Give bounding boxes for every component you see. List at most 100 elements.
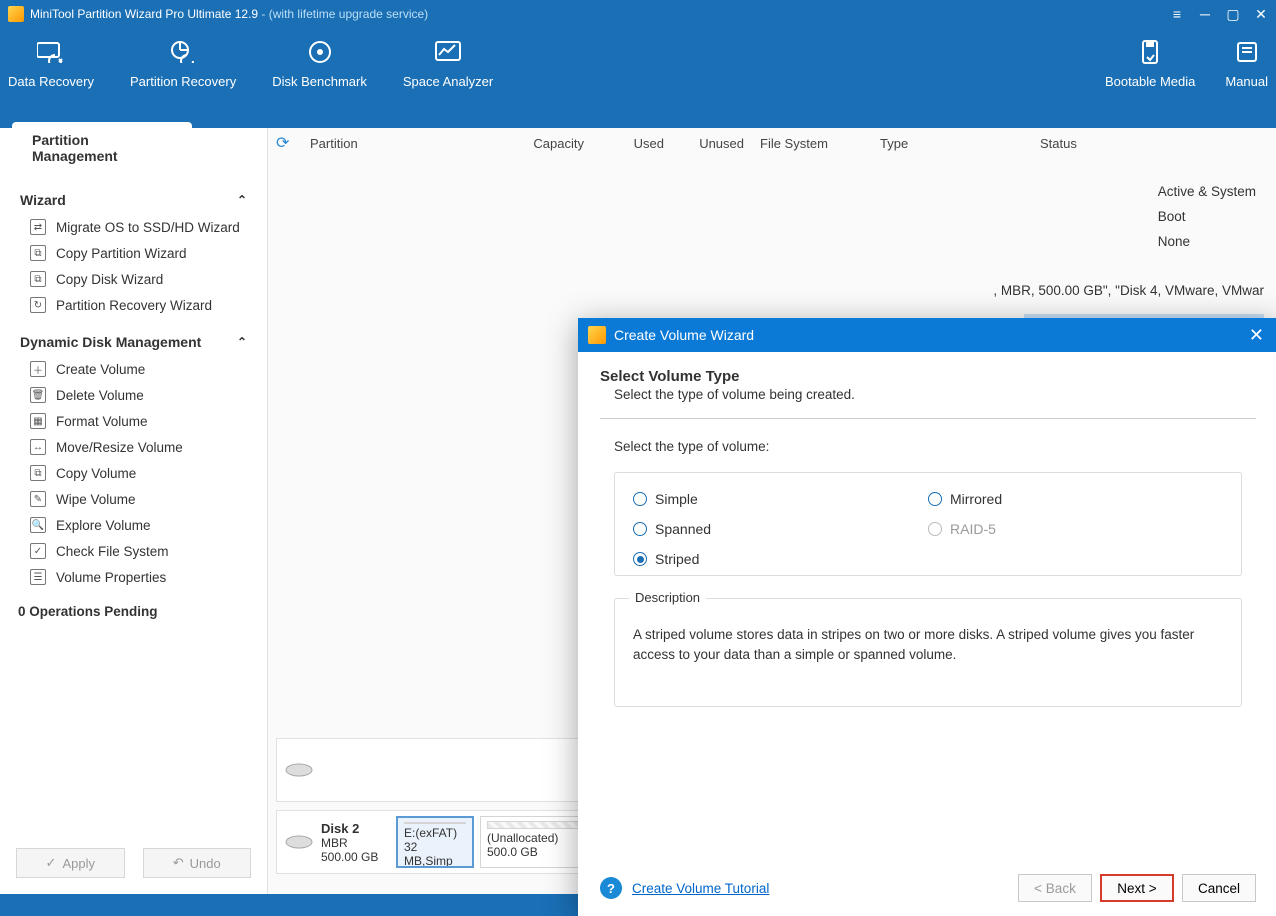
radio-spanned[interactable]: Spanned xyxy=(633,521,928,537)
sidebar-item-move-resize[interactable]: ↔Move/Resize Volume xyxy=(0,434,267,460)
description-legend: Description xyxy=(629,590,706,605)
sidebar-item-label: Copy Volume xyxy=(56,466,136,481)
disk-benchmark-icon xyxy=(306,40,334,64)
maximize-icon[interactable]: ▢ xyxy=(1226,7,1240,21)
window-controls: ≡ ─ ▢ ✕ xyxy=(1170,7,1268,21)
sidebar-item-delete-volume[interactable]: 🗑Delete Volume xyxy=(0,382,267,408)
radio-striped[interactable]: Striped xyxy=(633,551,928,567)
dialog-close-icon[interactable]: ✕ xyxy=(1245,325,1268,346)
wizard-title: Wizard xyxy=(20,192,66,208)
partition-size: 32 MB,Simp xyxy=(404,840,466,868)
disk-icon xyxy=(277,761,321,779)
tool-bootable-media[interactable]: Bootable Media xyxy=(1105,40,1195,89)
copy-disk-icon: ⧉ xyxy=(30,271,46,287)
partition-e-exfat[interactable]: E:(exFAT) 32 MB,Simp xyxy=(396,816,474,868)
radio-label: Spanned xyxy=(655,521,711,537)
window-title: MiniTool Partition Wizard Pro Ultimate 1… xyxy=(30,7,1170,21)
undo-button[interactable]: ↶Undo xyxy=(143,848,252,878)
col-status[interactable]: Status xyxy=(1032,136,1182,151)
content-area: ⟳ Partition Capacity Used Unused File Sy… xyxy=(268,128,1276,894)
sidebar-item-label: Copy Disk Wizard xyxy=(56,272,163,287)
sidebar-item-explore-volume[interactable]: 🔍Explore Volume xyxy=(0,512,267,538)
grid-header: ⟳ Partition Capacity Used Unused File Sy… xyxy=(268,128,1276,158)
col-partition[interactable]: Partition xyxy=(302,136,472,151)
tool-disk-benchmark[interactable]: Disk Benchmark xyxy=(272,40,367,89)
refresh-icon[interactable]: ⟳ xyxy=(276,133,296,153)
sidebar-item-migrate-os[interactable]: ⇄ Migrate OS to SSD/HD Wizard xyxy=(0,214,267,240)
dialog-titlebar: Create Volume Wizard ✕ xyxy=(578,318,1276,352)
radio-simple[interactable]: Simple xyxy=(633,491,928,507)
sidebar-item-copy-disk[interactable]: ⧉ Copy Disk Wizard xyxy=(0,266,267,292)
sidebar-item-partition-recovery[interactable]: ↻Partition Recovery Wizard xyxy=(0,292,267,318)
tool-partition-recovery[interactable]: Partition Recovery xyxy=(130,40,236,89)
tool-label: Data Recovery xyxy=(8,74,94,89)
sidebar-item-create-volume[interactable]: ＋ Create Volume xyxy=(0,356,267,382)
radio-raid5: RAID-5 xyxy=(928,521,1223,537)
menu-icon[interactable]: ≡ xyxy=(1170,7,1184,21)
volume-type-group: Simple Mirrored Spanned RAID-5 Striped xyxy=(614,472,1242,576)
tool-label: Space Analyzer xyxy=(403,74,493,89)
tab-partition-management[interactable]: Partition Management xyxy=(12,122,192,174)
dialog-body: Select Volume Type Select the type of vo… xyxy=(578,352,1276,707)
col-capacity[interactable]: Capacity xyxy=(472,136,592,151)
radio-label: RAID-5 xyxy=(950,521,996,537)
sidebar-item-label: Create Volume xyxy=(56,362,145,377)
col-unused[interactable]: Unused xyxy=(672,136,752,151)
tool-data-recovery[interactable]: Data Recovery xyxy=(8,40,94,89)
radio-mirrored[interactable]: Mirrored xyxy=(928,491,1223,507)
next-button[interactable]: Next > xyxy=(1100,874,1174,902)
properties-icon: ☰ xyxy=(30,569,46,585)
sidebar-item-check-fs[interactable]: ✓Check File System xyxy=(0,538,267,564)
recovery-icon: ↻ xyxy=(30,297,46,313)
description-box: Description A striped volume stores data… xyxy=(614,598,1242,707)
tool-label: Disk Benchmark xyxy=(272,74,367,89)
sidebar-item-wipe-volume[interactable]: ✎Wipe Volume xyxy=(0,486,267,512)
col-used[interactable]: Used xyxy=(592,136,672,151)
create-volume-wizard-dialog: Create Volume Wizard ✕ Select Volume Typ… xyxy=(578,318,1276,916)
volume-type-label: Select the type of volume: xyxy=(614,439,1256,454)
cancel-button[interactable]: Cancel xyxy=(1182,874,1256,902)
partition-label: E:(exFAT) xyxy=(404,826,466,840)
space-analyzer-icon xyxy=(434,40,462,64)
dynamic-disk-header[interactable]: Dynamic Disk Management ⌃ xyxy=(0,326,267,356)
status-column: Active & System Boot None xyxy=(1158,184,1256,249)
tool-label: Bootable Media xyxy=(1105,74,1195,89)
wizard-header[interactable]: Wizard ⌃ xyxy=(0,184,267,214)
sidebar-item-copy-volume[interactable]: ⧉Copy Volume xyxy=(0,460,267,486)
tool-space-analyzer[interactable]: Space Analyzer xyxy=(403,40,493,89)
sidebar-item-copy-partition[interactable]: ⧉Copy Partition Wizard xyxy=(0,240,267,266)
disk-name: Disk 2 xyxy=(321,821,359,836)
section-wizard: Wizard ⌃ ⇄Migrate OS to SSD/HD Wizard ⧉C… xyxy=(0,180,267,322)
migrate-icon: ⇄ xyxy=(30,219,46,235)
main-area: Partition Management Wizard ⌃ ⇄Migrate O… xyxy=(0,128,1276,894)
sidebar-item-volume-props[interactable]: ☰Volume Properties xyxy=(0,564,267,590)
disk-size: 500.00 GB xyxy=(321,850,378,864)
sidebar-item-label: Delete Volume xyxy=(56,388,144,403)
titlebar: MiniTool Partition Wizard Pro Ultimate 1… xyxy=(0,0,1276,28)
radio-icon xyxy=(633,522,647,536)
minimize-icon[interactable]: ─ xyxy=(1198,7,1212,21)
toolbar-right: Bootable Media Manual xyxy=(1105,40,1268,89)
tutorial-link[interactable]: Create Volume Tutorial xyxy=(632,881,769,896)
chevron-up-icon: ⌃ xyxy=(237,335,247,349)
manual-icon xyxy=(1233,40,1261,64)
create-icon: ＋ xyxy=(30,361,46,377)
main-toolbar: Data Recovery Partition Recovery Disk Be… xyxy=(0,28,1276,128)
chevron-up-icon: ⌃ xyxy=(237,193,247,207)
col-type[interactable]: Type xyxy=(872,136,1032,151)
sidebar-item-label: Move/Resize Volume xyxy=(56,440,183,455)
dialog-icon xyxy=(588,326,606,344)
help-icon[interactable]: ? xyxy=(600,877,622,899)
tool-manual[interactable]: Manual xyxy=(1225,40,1268,89)
sidebar-item-format-volume[interactable]: ▦Format Volume xyxy=(0,408,267,434)
close-icon[interactable]: ✕ xyxy=(1254,7,1268,21)
title-suffix: - (with lifetime upgrade service) xyxy=(258,7,428,21)
toolbar-left: Data Recovery Partition Recovery Disk Be… xyxy=(8,40,493,89)
sidebar-item-label: Wipe Volume xyxy=(56,492,136,507)
apply-button[interactable]: ✓Apply xyxy=(16,848,125,878)
col-filesystem[interactable]: File System xyxy=(752,136,872,151)
radio-icon xyxy=(633,552,647,566)
sidebar-item-label: Migrate OS to SSD/HD Wizard xyxy=(56,220,240,235)
dialog-subheading: Select the type of volume being created. xyxy=(614,387,1256,402)
undo-icon: ↶ xyxy=(173,855,184,871)
